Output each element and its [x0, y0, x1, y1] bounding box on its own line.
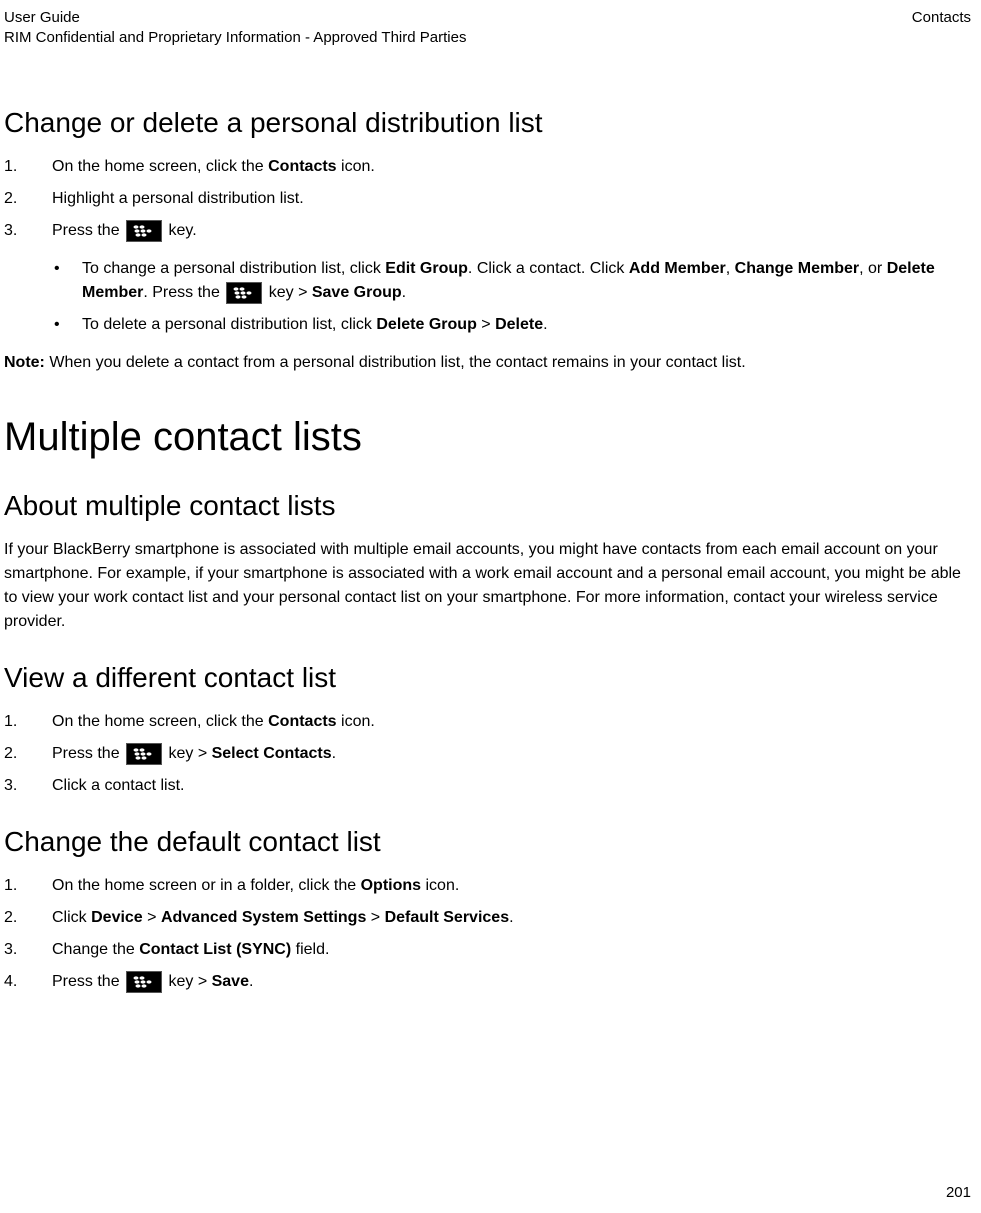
- bullets-change-delete: To change a personal distribution list, …: [4, 257, 971, 337]
- text: icon.: [337, 158, 375, 175]
- bold-text: Contacts: [268, 158, 336, 175]
- text: icon.: [337, 713, 375, 730]
- bold-text: Add Member: [629, 260, 726, 277]
- page-header: User Guide RIM Confidential and Propriet…: [4, 8, 971, 47]
- step-item: Click a contact list.: [4, 774, 971, 798]
- subsection-change-default: Change the default contact list: [4, 826, 971, 858]
- text: , or: [859, 260, 887, 277]
- bold-text: Contact List (SYNC): [139, 941, 291, 958]
- bullet-item: To delete a personal distribution list, …: [4, 313, 971, 337]
- step-item: On the home screen or in a folder, click…: [4, 874, 971, 898]
- section-title-multiple: Multiple contact lists: [4, 415, 971, 460]
- text: .: [509, 909, 513, 926]
- text: Press the: [52, 222, 124, 239]
- bold-text: Device: [91, 909, 143, 926]
- text: On the home screen, click the: [52, 713, 268, 730]
- blackberry-key-icon: [226, 282, 262, 304]
- page-number: 201: [946, 1184, 971, 1201]
- bold-text: Advanced System Settings: [161, 909, 366, 926]
- step-item: Press the key > Save.: [4, 970, 971, 994]
- text: >: [143, 909, 161, 926]
- note-label: Note:: [4, 354, 45, 371]
- bold-text: Default Services: [385, 909, 510, 926]
- text: >: [477, 316, 495, 333]
- bold-text: Edit Group: [385, 260, 468, 277]
- bold-text: Save Group: [312, 284, 402, 301]
- blackberry-key-icon: [126, 971, 162, 993]
- text: . Press the: [143, 284, 224, 301]
- text: .: [332, 745, 336, 762]
- step-item: Press the key > Select Contacts.: [4, 742, 971, 766]
- section-title-change-delete: Change or delete a personal distribution…: [4, 107, 971, 139]
- text: Change the: [52, 941, 139, 958]
- header-left: User Guide RIM Confidential and Propriet…: [4, 8, 466, 47]
- bold-text: Options: [361, 877, 421, 894]
- bold-text: Change Member: [735, 260, 859, 277]
- bold-text: Delete Group: [376, 316, 476, 333]
- text: key >: [164, 745, 212, 762]
- step-item: Change the Contact List (SYNC) field.: [4, 938, 971, 962]
- text: field.: [291, 941, 329, 958]
- text: .: [249, 973, 253, 990]
- bullet-item: To change a personal distribution list, …: [4, 257, 971, 305]
- text: .: [402, 284, 406, 301]
- step-item: On the home screen, click the Contacts i…: [4, 155, 971, 179]
- about-body: If your BlackBerry smartphone is associa…: [4, 538, 971, 634]
- text: On the home screen or in a folder, click…: [52, 877, 361, 894]
- note-paragraph: Note: When you delete a contact from a p…: [4, 351, 971, 375]
- text: .: [543, 316, 547, 333]
- text: Click a contact list.: [52, 777, 184, 794]
- text: >: [366, 909, 384, 926]
- text: icon.: [421, 877, 459, 894]
- subsection-about: About multiple contact lists: [4, 490, 971, 522]
- text: Highlight a personal distribution list.: [52, 190, 304, 207]
- blackberry-key-icon: [126, 220, 162, 242]
- bold-text: Contacts: [268, 713, 336, 730]
- text: Press the: [52, 745, 124, 762]
- subsection-view: View a different contact list: [4, 662, 971, 694]
- step-item: Click Device > Advanced System Settings …: [4, 906, 971, 930]
- steps-view: On the home screen, click the Contacts i…: [4, 710, 971, 798]
- step-item: Press the key.: [4, 219, 971, 243]
- text: Click: [52, 909, 91, 926]
- header-right: Contacts: [912, 8, 971, 47]
- blackberry-key-icon: [126, 743, 162, 765]
- text: On the home screen, click the: [52, 158, 268, 175]
- text: key.: [164, 222, 197, 239]
- steps-change-default: On the home screen or in a folder, click…: [4, 874, 971, 994]
- step-item: On the home screen, click the Contacts i…: [4, 710, 971, 734]
- note-text: When you delete a contact from a persona…: [45, 354, 746, 371]
- text: . Click a contact. Click: [468, 260, 629, 277]
- text: To delete a personal distribution list, …: [82, 316, 376, 333]
- text: ,: [726, 260, 735, 277]
- header-left-line2: RIM Confidential and Proprietary Informa…: [4, 28, 466, 48]
- step-item: Highlight a personal distribution list.: [4, 187, 971, 211]
- bold-text: Select Contacts: [212, 745, 332, 762]
- bold-text: Save: [212, 973, 249, 990]
- text: To change a personal distribution list, …: [82, 260, 385, 277]
- text: key >: [164, 973, 212, 990]
- text: Press the: [52, 973, 124, 990]
- bold-text: Delete: [495, 316, 543, 333]
- header-left-line1: User Guide: [4, 8, 466, 28]
- steps-change-delete: On the home screen, click the Contacts i…: [4, 155, 971, 243]
- text: key >: [264, 284, 312, 301]
